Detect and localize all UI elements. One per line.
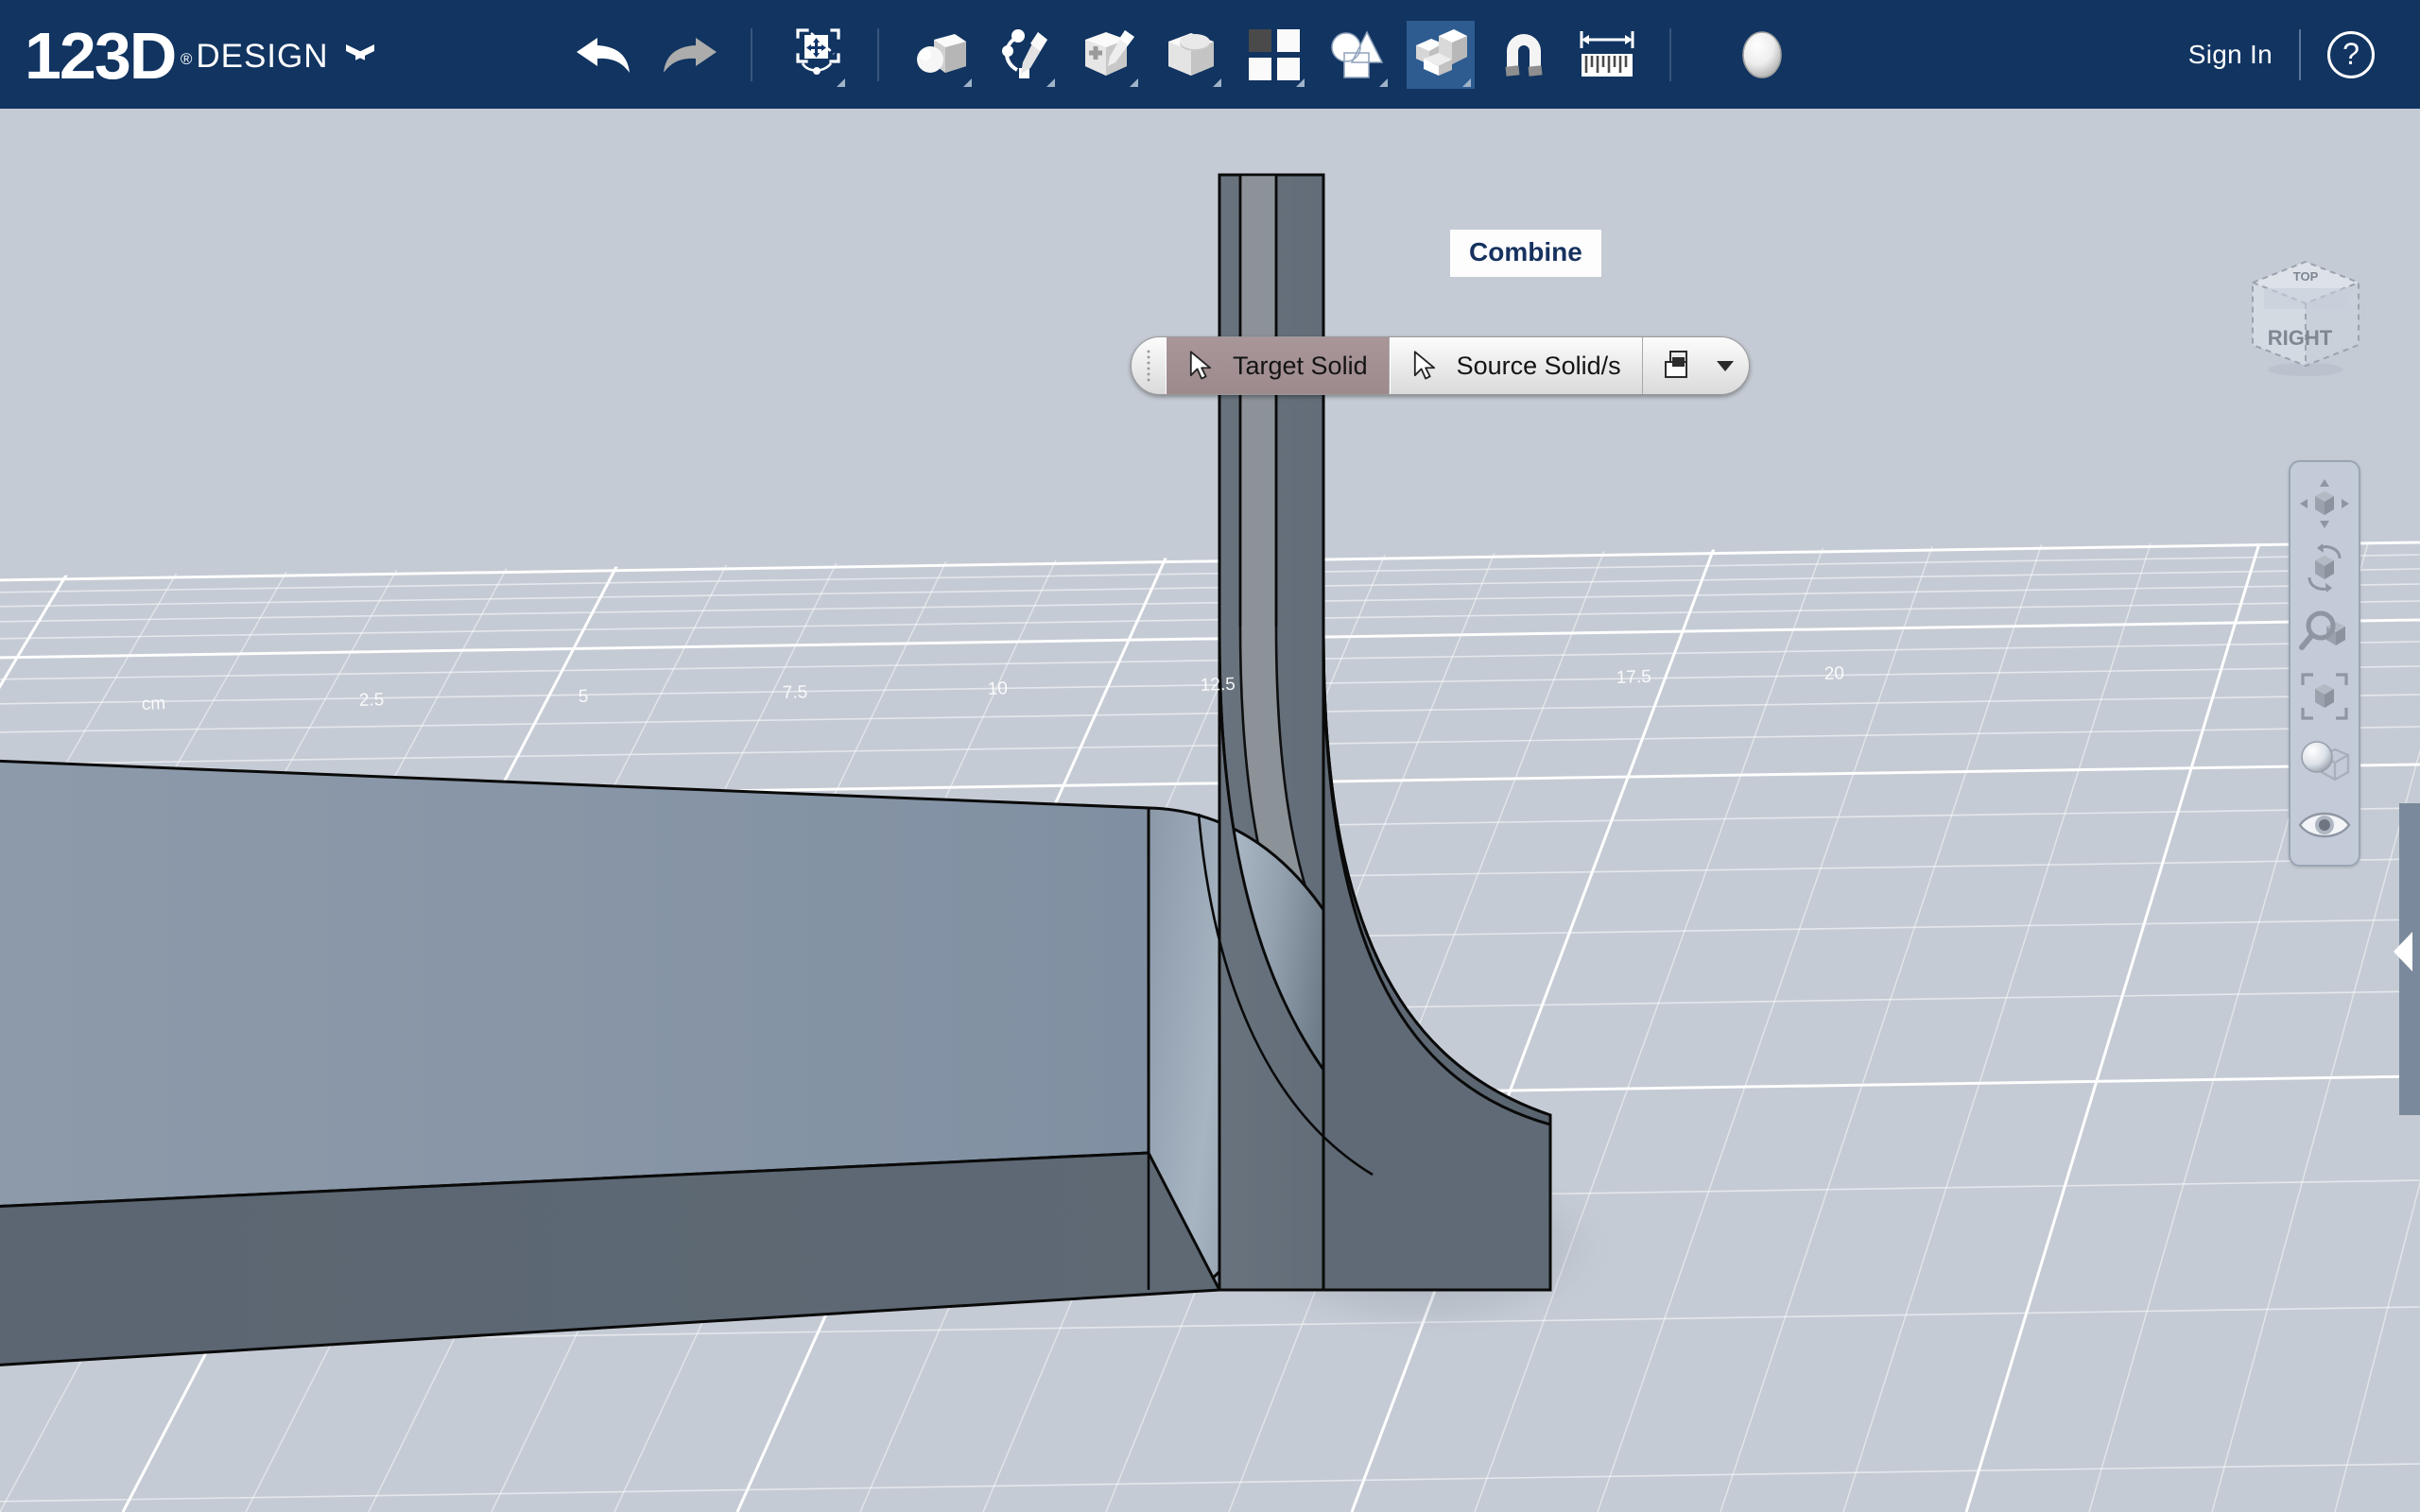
construct-icon [1084, 29, 1134, 76]
tool-strip [526, 0, 1804, 109]
orbit-button[interactable] [2295, 536, 2354, 600]
chevron-down-icon [346, 44, 374, 60]
flyout-corner-icon [836, 77, 845, 87]
redo-arrow-icon [663, 37, 717, 73]
app-menu-button[interactable] [346, 29, 374, 84]
svg-text:7.5: 7.5 [782, 682, 807, 703]
measure-tool[interactable] [1573, 21, 1641, 89]
app-logo[interactable]: 123D ® DESIGN [0, 0, 374, 109]
shading-sphere-wire-icon [2301, 741, 2350, 782]
boolean-operation-button[interactable] [1643, 337, 1749, 394]
display-button[interactable] [2295, 729, 2354, 793]
source-solid-step[interactable]: Source Solid/s [1389, 337, 1643, 394]
flyout-corner-icon [1295, 77, 1305, 87]
target-solid-step[interactable]: Target Solid [1166, 337, 1390, 394]
zoom-button[interactable] [2295, 600, 2354, 664]
sketch-pen-icon [1001, 28, 1047, 78]
application-window: 123D ® DESIGN Sign In ? cm 2.5 5 7.5 10 … [0, 0, 2420, 1512]
grouping-shapes-icon [1330, 29, 1383, 78]
pan-arrows-cube-icon [2300, 479, 2349, 528]
cursor-arrow-icon [1189, 351, 1212, 380]
zoom-magnifier-cube-icon [2299, 610, 2345, 650]
undo-arrow-icon [576, 37, 630, 73]
cursor-arrow-icon [1413, 351, 1435, 380]
source-solid-label: Source Solid/s [1456, 351, 1621, 380]
pattern-squares-icon [1248, 28, 1300, 80]
visibility-button[interactable] [2295, 793, 2354, 857]
view-cube[interactable]: TOP RIGHT [2243, 250, 2368, 378]
header-divider [2299, 28, 2301, 80]
toolbar-divider [1668, 27, 1671, 81]
flyout-corner-icon [1046, 77, 1055, 87]
svg-text:10: 10 [987, 679, 1008, 699]
svg-text:17.5: 17.5 [1616, 667, 1651, 688]
svg-text:5: 5 [578, 687, 588, 707]
logo-secondary-text: DESIGN [196, 38, 329, 75]
header-right-group: Sign In ? [2188, 0, 2420, 109]
eye-icon [2298, 812, 2351, 838]
svg-text:2.5: 2.5 [358, 690, 384, 711]
transform-tool[interactable] [781, 21, 849, 89]
material-sphere-icon [1741, 30, 1782, 78]
combine-tool[interactable] [1406, 20, 1475, 89]
grouping-tool[interactable] [1323, 21, 1392, 89]
svg-text:12.5: 12.5 [1200, 675, 1236, 696]
construct-tool[interactable] [1074, 21, 1142, 89]
pattern-tool[interactable] [1240, 21, 1308, 89]
combine-command-bar[interactable]: Target Solid Source Solid/s [1131, 336, 1750, 395]
flyout-corner-icon [1378, 77, 1388, 87]
right-panel-tab[interactable] [2394, 803, 2420, 1115]
viewport-scene: cm 2.5 5 7.5 10 12.5 17.5 20 [0, 109, 2420, 1512]
toolbar-divider [876, 27, 879, 81]
flyout-corner-icon [1461, 77, 1471, 87]
viewcube-top-label: TOP [2293, 269, 2319, 284]
logo-primary-text: 123D [25, 19, 177, 93]
main-header: 123D ® DESIGN Sign In ? [0, 0, 2420, 109]
snap-magnet-icon [1505, 33, 1543, 77]
measure-ruler-icon [1580, 30, 1634, 77]
svg-text:20: 20 [1824, 663, 1844, 684]
navigation-toolbar [2289, 460, 2360, 867]
viewcube-front-label: RIGHT [2268, 326, 2333, 350]
3d-viewport[interactable]: cm 2.5 5 7.5 10 12.5 17.5 20 Combine Tar… [0, 109, 2420, 1512]
transform-move-icon [795, 27, 840, 75]
undo-button[interactable] [571, 21, 639, 89]
sketch-tool[interactable] [991, 21, 1059, 89]
grip-dots-icon [1146, 349, 1151, 383]
help-button[interactable]: ? [2327, 30, 2375, 78]
triangle-down-icon [1716, 360, 1734, 371]
material-tool[interactable] [1728, 21, 1796, 89]
flyout-corner-icon [962, 77, 972, 87]
toolbar-divider [750, 27, 752, 81]
fit-brackets-cube-icon [2301, 673, 2348, 720]
triangle-left-icon [2394, 932, 2412, 971]
combine-tooltip: Combine [1450, 230, 1601, 277]
modify-icon [1167, 32, 1214, 76]
primitives-icon [916, 33, 966, 73]
merge-solids-icon [1664, 351, 1687, 378]
target-solid-label: Target Solid [1233, 351, 1368, 380]
fit-view-button[interactable] [2295, 664, 2354, 729]
combine-solids-icon [1415, 28, 1467, 76]
registered-trademark-icon: ® [180, 50, 192, 68]
sign-in-link[interactable]: Sign In [2188, 40, 2273, 70]
svg-text:cm: cm [141, 694, 165, 714]
pan-button[interactable] [2295, 472, 2354, 536]
orbit-rotate-cube-icon [2308, 543, 2342, 593]
primitives-tool[interactable] [908, 21, 976, 89]
viewcube-hover-band [2264, 288, 2347, 309]
flyout-corner-icon [1212, 77, 1221, 87]
modify-tool[interactable] [1157, 21, 1225, 89]
flyout-corner-icon [1129, 77, 1138, 87]
redo-button[interactable] [654, 21, 722, 89]
snap-tool[interactable] [1490, 21, 1558, 89]
